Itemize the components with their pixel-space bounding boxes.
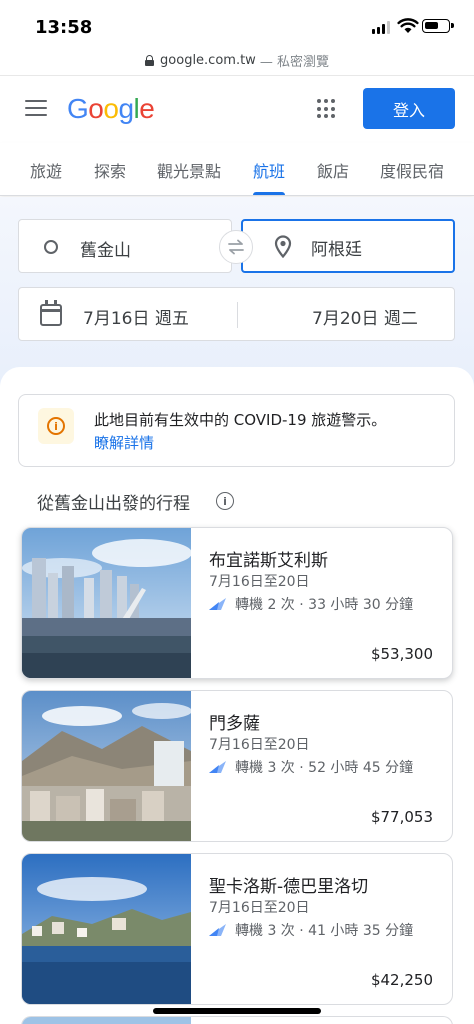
origin-circle-icon	[44, 240, 58, 254]
tab-explore[interactable]: 探索	[94, 158, 126, 182]
destination-card[interactable]: 聖卡洛斯-德巴里洛切 7月16日至20日 轉機 3 次 · 41 小時 35 分…	[21, 853, 453, 1005]
destination-value: 阿根廷	[311, 240, 362, 260]
plane-icon	[209, 598, 226, 610]
wifi-icon	[397, 18, 419, 33]
warning-icon: i	[38, 408, 74, 444]
section-title: 從舊金山出發的行程	[37, 494, 190, 514]
info-icon[interactable]: i	[216, 492, 234, 510]
location-pin-icon	[274, 235, 292, 259]
plane-icon	[209, 761, 226, 773]
google-apps-icon[interactable]	[317, 99, 337, 119]
plane-icon	[209, 924, 226, 936]
origin-field[interactable]: 舊金山	[18, 219, 232, 273]
return-date[interactable]: 7月20日 週二	[312, 304, 418, 329]
trip-dates: 7月16日至20日	[209, 900, 310, 916]
destination-photo	[22, 1017, 191, 1024]
covid-alert-banner: i 此地目前有生效中的 COVID-19 旅遊警示。 瞭解詳情	[18, 394, 455, 467]
tab-vacation-rentals[interactable]: 度假民宿	[380, 158, 444, 182]
price: $53,300	[370, 645, 433, 663]
google-logo[interactable]: Google	[67, 93, 155, 125]
stops-duration: 轉機 3 次 · 52 小時 45 分鐘	[235, 760, 414, 776]
swap-locations-button[interactable]	[219, 230, 253, 264]
active-tab-indicator	[253, 192, 285, 195]
stops-duration: 轉機 3 次 · 41 小時 35 分鐘	[235, 923, 414, 939]
tab-flights[interactable]: 航班	[253, 158, 285, 182]
destination-card[interactable]	[21, 1016, 453, 1024]
url-text: google.com.tw	[160, 53, 256, 68]
alert-message: 此地目前有生效中的 COVID-19 旅遊警示。	[94, 411, 387, 429]
trip-dates: 7月16日至20日	[209, 574, 310, 590]
swap-arrows-icon	[228, 239, 244, 255]
date-range-field[interactable]: 7月16日 週五 7月20日 週二	[18, 287, 455, 341]
mendoza-photo	[22, 691, 191, 841]
clock: 13:58	[35, 17, 93, 38]
travel-tabs: 旅遊 探索 觀光景點 航班 飯店 度假民宿	[0, 143, 474, 196]
destination-card[interactable]: 布宜諾斯艾利斯 7月16日至20日 轉機 2 次 · 33 小時 30 分鐘 $…	[21, 527, 453, 679]
results-sheet: i 此地目前有生效中的 COVID-19 旅遊警示。 瞭解詳情 從舊金山出發的行…	[0, 367, 474, 1024]
date-divider	[237, 302, 238, 328]
sign-in-button[interactable]: 登入	[363, 88, 455, 129]
lock-icon	[145, 55, 155, 66]
flight-details: 轉機 3 次 · 52 小時 45 分鐘	[209, 757, 413, 777]
home-indicator[interactable]	[153, 1008, 321, 1014]
tab-hotels[interactable]: 飯店	[317, 158, 349, 182]
price: $77,053	[370, 808, 433, 826]
google-header: Google 登入	[0, 77, 474, 143]
origin-value: 舊金山	[80, 241, 131, 261]
stops-duration: 轉機 2 次 · 33 小時 30 分鐘	[235, 597, 414, 613]
status-bar: 13:58	[0, 0, 474, 46]
destination-name: 門多薩	[209, 714, 260, 734]
destination-field[interactable]: 阿根廷	[241, 219, 455, 273]
destination-name: 聖卡洛斯-德巴里洛切	[209, 877, 369, 897]
destination-name: 布宜諾斯艾利斯	[209, 551, 328, 571]
destination-card[interactable]: 門多薩 7月16日至20日 轉機 3 次 · 52 小時 45 分鐘 $77,0…	[21, 690, 453, 842]
trip-dates: 7月16日至20日	[209, 737, 310, 753]
hamburger-menu-icon[interactable]	[25, 100, 47, 116]
price: $42,250	[370, 971, 433, 989]
tab-travel[interactable]: 旅遊	[30, 158, 62, 182]
bariloche-photo	[22, 854, 191, 1004]
calendar-icon	[40, 300, 62, 326]
tab-things-to-do[interactable]: 觀光景點	[157, 158, 221, 182]
cellular-signal-icon	[372, 20, 390, 34]
flight-details: 轉機 3 次 · 41 小時 35 分鐘	[209, 920, 413, 940]
flight-search-form: 舊金山 阿根廷 7月16日 週五 7月20日 週二	[0, 197, 474, 387]
private-mode-label: — 私密瀏覽	[259, 55, 329, 70]
flight-details: 轉機 2 次 · 33 小時 30 分鐘	[209, 594, 413, 614]
departure-date[interactable]: 7月16日 週五	[83, 304, 189, 329]
buenos-aires-photo	[22, 528, 191, 678]
url-bar[interactable]: google.com.tw — 私密瀏覽	[0, 46, 474, 76]
learn-more-link[interactable]: 瞭解詳情	[94, 432, 154, 453]
battery-icon	[422, 19, 454, 33]
